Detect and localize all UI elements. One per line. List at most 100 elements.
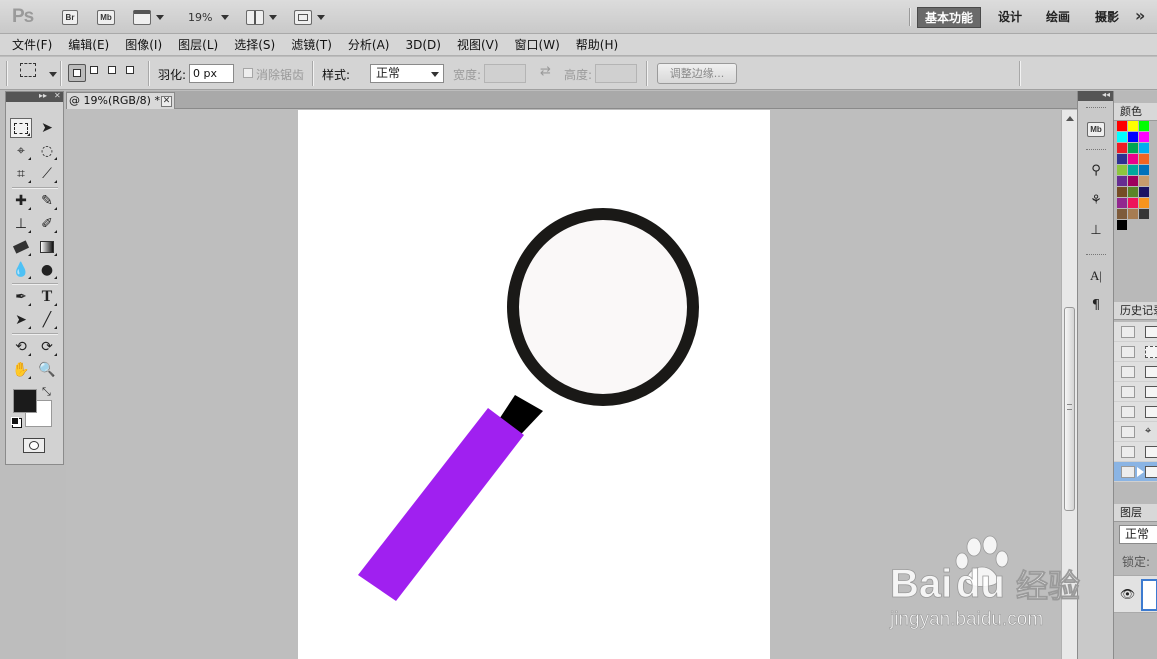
menu-help[interactable]: 帮助(H) (576, 36, 618, 53)
workspace-photography-button[interactable]: 摄影 (1088, 7, 1126, 28)
path-selection-tool[interactable]: ➤ (10, 310, 32, 330)
history-checkbox[interactable] (1121, 326, 1135, 338)
swap-colors-icon[interactable]: ⤡ (42, 385, 51, 399)
color-swatch[interactable] (1128, 165, 1138, 175)
quick-mask-button[interactable] (23, 438, 45, 453)
history-checkbox[interactable] (1121, 366, 1135, 378)
list-item[interactable] (1114, 442, 1157, 462)
clone-stamp-tool[interactable]: ⊥ (10, 214, 32, 234)
color-swatch[interactable] (1117, 121, 1127, 131)
hand-tool[interactable]: ✋ (10, 360, 32, 380)
color-swatch[interactable] (1117, 154, 1127, 164)
list-item[interactable] (1114, 362, 1157, 382)
dock-strip-header[interactable]: ◂◂ (1078, 90, 1113, 101)
history-checkbox[interactable] (1121, 466, 1135, 478)
color-swatch[interactable] (1139, 209, 1149, 219)
menu-filter[interactable]: 滤镜(T) (291, 36, 332, 53)
spot-healing-tool[interactable]: ✚ (10, 191, 32, 211)
zoom-tool[interactable]: 🔍 (36, 360, 58, 380)
workspace-essentials-button[interactable]: 基本功能 (917, 7, 982, 28)
minibridge-panel-button[interactable]: Mb (1086, 119, 1106, 139)
menu-file[interactable]: 文件(F) (12, 36, 52, 53)
color-swatch[interactable] (1117, 209, 1127, 219)
color-swatch[interactable] (1139, 176, 1149, 186)
color-swatch[interactable] (1139, 154, 1149, 164)
intersect-selection-button[interactable] (124, 64, 142, 82)
crop-tool[interactable]: ⌗ (10, 164, 32, 184)
rectangular-marquee-tool[interactable] (10, 118, 32, 138)
default-colors-icon[interactable] (11, 417, 19, 425)
color-swatch[interactable] (1117, 220, 1127, 230)
feather-input[interactable]: 0 px (189, 64, 234, 83)
zoom-level-dropdown[interactable]: 19% (188, 8, 230, 26)
color-swatch[interactable] (1128, 121, 1138, 131)
layers-panel-tab[interactable]: 图层 (1114, 504, 1157, 522)
brush-panel-button[interactable]: ⚘ (1086, 191, 1106, 211)
history-checkbox[interactable] (1121, 406, 1135, 418)
move-tool[interactable]: ➤ (36, 118, 58, 138)
new-selection-button[interactable] (68, 64, 86, 82)
close-icon[interactable]: ✕ (161, 96, 172, 107)
menu-image[interactable]: 图像(I) (125, 36, 162, 53)
list-item[interactable] (1114, 322, 1157, 342)
color-swatch[interactable] (1128, 132, 1138, 142)
foreground-color-swatch[interactable] (13, 389, 37, 413)
pen-tool[interactable]: ✒ (10, 287, 32, 307)
workspace-design-button[interactable]: 设计 (991, 7, 1029, 28)
color-swatch[interactable] (1117, 198, 1127, 208)
view-extras-button[interactable] (133, 8, 164, 26)
clone-source-button[interactable]: ⊥ (1086, 221, 1106, 241)
list-item[interactable] (1114, 462, 1157, 482)
list-item[interactable]: ⌖ (1114, 422, 1157, 442)
color-swatch[interactable] (1128, 187, 1138, 197)
color-swatch[interactable] (1117, 143, 1127, 153)
menu-edit[interactable]: 编辑(E) (68, 36, 109, 53)
color-swatch[interactable] (1139, 121, 1149, 131)
color-swatch[interactable] (1128, 143, 1138, 153)
history-checkbox[interactable] (1121, 426, 1135, 438)
brush-presets-button[interactable]: ⚲ (1086, 161, 1106, 181)
document-tab[interactable]: @ 19%(RGB/8) * ✕ (66, 92, 175, 109)
history-brush-tool[interactable]: ✐ (36, 214, 58, 234)
color-swatch[interactable] (1139, 143, 1149, 153)
character-panel-button[interactable]: A| (1086, 266, 1106, 286)
history-checkbox[interactable] (1121, 386, 1135, 398)
eraser-tool[interactable] (10, 237, 32, 257)
color-panel-tab[interactable]: 颜色 (1114, 103, 1157, 121)
type-tool[interactable]: T (36, 287, 58, 307)
color-swatch[interactable] (1128, 209, 1138, 219)
launch-bridge-button[interactable]: Br (62, 8, 78, 26)
eye-icon[interactable]: 👁 (1120, 587, 1135, 601)
tools-panel-header[interactable]: ▸▸ ✕ (6, 91, 63, 102)
color-swatch[interactable] (1128, 198, 1138, 208)
screen-mode-button[interactable] (294, 8, 325, 26)
menu-3d[interactable]: 3D(D) (405, 38, 440, 52)
tool-preset-picker-icon[interactable] (20, 63, 36, 77)
paragraph-panel-button[interactable]: ¶ (1086, 296, 1106, 316)
chevron-down-icon[interactable] (49, 72, 57, 77)
brush-tool[interactable]: ✎ (36, 191, 58, 211)
history-checkbox[interactable] (1121, 446, 1135, 458)
menu-analysis[interactable]: 分析(A) (348, 36, 390, 53)
3d-orbit-tool[interactable]: ⟳ (36, 337, 58, 357)
list-item[interactable] (1114, 382, 1157, 402)
line-tool[interactable]: ╱ (36, 310, 58, 330)
add-to-selection-button[interactable] (88, 64, 106, 82)
close-icon[interactable]: ✕ (54, 91, 61, 100)
menu-select[interactable]: 选择(S) (234, 36, 275, 53)
document-canvas[interactable] (298, 110, 770, 659)
style-select[interactable]: 正常 (370, 64, 444, 83)
history-panel-tab[interactable]: 历史记录 (1114, 302, 1157, 320)
color-swatch[interactable] (1139, 198, 1149, 208)
menu-layer[interactable]: 图层(L) (178, 36, 218, 53)
arrange-documents-button[interactable] (246, 8, 277, 26)
dodge-tool[interactable]: ● (36, 260, 58, 280)
history-checkbox[interactable] (1121, 346, 1135, 358)
refine-edge-button[interactable]: 调整边缘... (657, 63, 737, 84)
gradient-tool[interactable] (36, 237, 58, 257)
collapse-arrows-icon[interactable]: ◂◂ (1102, 90, 1110, 99)
list-item[interactable] (1114, 402, 1157, 422)
color-swatch[interactable] (1117, 187, 1127, 197)
scrollbar-thumb[interactable] (1064, 307, 1075, 511)
color-swatch[interactable] (1139, 187, 1149, 197)
